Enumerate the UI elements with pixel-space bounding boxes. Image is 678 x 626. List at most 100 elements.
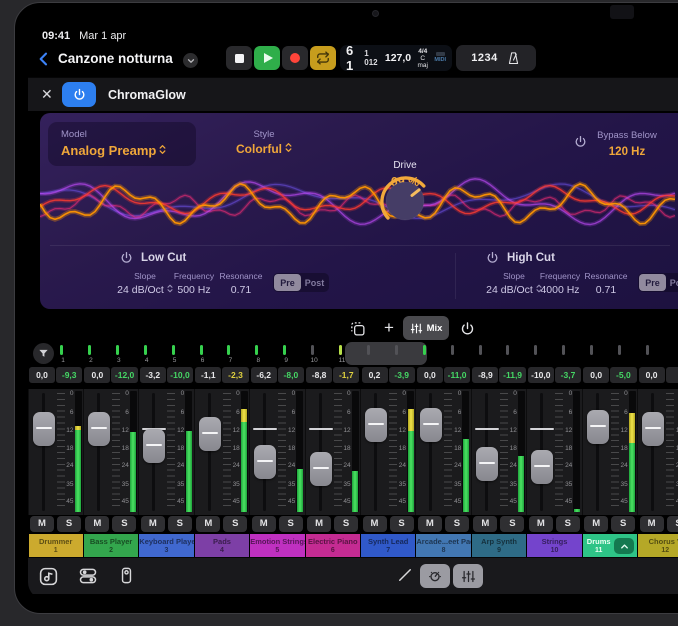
back-chevron-icon[interactable] bbox=[36, 49, 52, 69]
count-in-metronome-group[interactable]: 1234 bbox=[456, 45, 536, 71]
level-value[interactable]: 0.0 bbox=[656, 146, 678, 158]
overview-selection-pill[interactable] bbox=[345, 342, 427, 365]
model-value[interactable]: Analog Preamp bbox=[61, 143, 166, 158]
solo-button[interactable]: S bbox=[112, 516, 136, 532]
peak-value[interactable]: -11,0 bbox=[444, 367, 470, 383]
mute-button[interactable]: M bbox=[141, 516, 165, 532]
track-tile[interactable]: Electric Piano6 bbox=[306, 534, 360, 558]
volume-fader[interactable] bbox=[310, 452, 332, 486]
pre-button[interactable]: Pre bbox=[639, 274, 666, 291]
solo-button[interactable]: S bbox=[168, 516, 192, 532]
mute-button[interactable]: M bbox=[473, 516, 497, 532]
record-button[interactable] bbox=[282, 46, 308, 70]
peak-value[interactable]: -10,0 bbox=[167, 367, 193, 383]
mix-view-button[interactable]: Mix bbox=[403, 316, 449, 340]
volume-fader[interactable] bbox=[476, 447, 498, 481]
volume-value[interactable]: -3,2 bbox=[140, 367, 166, 383]
volume-value[interactable]: -10,0 bbox=[528, 367, 554, 383]
mute-button[interactable]: M bbox=[584, 516, 608, 532]
mute-button[interactable]: M bbox=[196, 516, 220, 532]
solo-button[interactable]: S bbox=[500, 516, 524, 532]
track-tile[interactable]: Drummer1 bbox=[29, 534, 83, 558]
track-tile[interactable]: Chorus V12 bbox=[638, 534, 678, 558]
post-button[interactable]: Post bbox=[666, 274, 678, 291]
volume-value[interactable]: 0,0 bbox=[29, 367, 55, 383]
mute-button[interactable]: M bbox=[363, 516, 387, 532]
mixer-power-button[interactable] bbox=[455, 316, 479, 340]
peak-value[interactable]: -8,0 bbox=[278, 367, 304, 383]
level-control[interactable]: Level 0.0 bbox=[656, 125, 678, 158]
track-tile[interactable]: Bass Player2 bbox=[84, 534, 138, 558]
volume-fader[interactable] bbox=[531, 450, 553, 484]
volume-value[interactable]: -8,9 bbox=[472, 367, 498, 383]
routing-icon[interactable] bbox=[78, 566, 99, 587]
mute-button[interactable]: M bbox=[418, 516, 442, 532]
track-tile[interactable]: Strings10 bbox=[527, 534, 581, 558]
track-tile[interactable]: Arcade...eet Pad8 bbox=[416, 534, 470, 558]
solo-button[interactable]: S bbox=[445, 516, 469, 532]
mute-button[interactable]: M bbox=[529, 516, 553, 532]
volume-fader[interactable] bbox=[199, 417, 221, 451]
low-cut-power-icon[interactable] bbox=[120, 251, 133, 264]
track-tile[interactable]: Keyboard Player3 bbox=[139, 534, 193, 558]
volume-fader[interactable] bbox=[143, 429, 165, 463]
add-track-button[interactable]: + bbox=[377, 316, 401, 340]
track-tile[interactable]: Pads4 bbox=[195, 534, 249, 558]
count-in-button[interactable]: 1234 bbox=[471, 52, 497, 64]
volume-value[interactable]: 0,0 bbox=[84, 367, 110, 383]
volume-value[interactable]: -8,8 bbox=[306, 367, 332, 383]
solo-button[interactable]: S bbox=[279, 516, 303, 532]
volume-value[interactable]: 0,2 bbox=[362, 367, 388, 383]
metronome-icon[interactable] bbox=[506, 51, 521, 66]
volume-fader[interactable] bbox=[587, 410, 609, 444]
track-tile[interactable]: Arp Synth9 bbox=[472, 534, 526, 558]
peak-value[interactable]: -11,9 bbox=[499, 367, 525, 383]
solo-button[interactable]: S bbox=[334, 516, 358, 532]
model-selector[interactable]: Model Analog Preamp bbox=[48, 122, 196, 166]
style-selector[interactable]: Style Colorful bbox=[212, 122, 316, 166]
track-tile[interactable]: Emotion Strings5 bbox=[250, 534, 304, 558]
pencil-icon[interactable] bbox=[396, 566, 417, 587]
plugin-power-button[interactable] bbox=[62, 82, 96, 107]
solo-button[interactable]: S bbox=[556, 516, 580, 532]
peak-value[interactable]: -2,3 bbox=[222, 367, 248, 383]
peak-value[interactable]: -1,7 bbox=[333, 367, 359, 383]
volume-value[interactable]: 0,0 bbox=[639, 367, 665, 383]
filter-tracks-button[interactable] bbox=[33, 343, 54, 364]
track-tile[interactable]: Drums11 bbox=[583, 534, 637, 558]
cycle-button[interactable] bbox=[310, 46, 336, 70]
track-overview-strip[interactable]: 1234567891011 bbox=[28, 343, 678, 366]
volume-value[interactable]: -6,2 bbox=[251, 367, 277, 383]
bypass-below-control[interactable]: Bypass Below 120 Hz bbox=[588, 125, 666, 158]
peak-value[interactable]: -3,9 bbox=[389, 367, 415, 383]
solo-button[interactable]: S bbox=[57, 516, 81, 532]
mute-button[interactable]: M bbox=[252, 516, 276, 532]
peak-value[interactable]: -12,0 bbox=[111, 367, 137, 383]
copy-regions-button[interactable] bbox=[345, 316, 369, 340]
collapse-chevron-button[interactable] bbox=[614, 538, 634, 554]
peak-value[interactable]: -3,7 bbox=[555, 367, 581, 383]
lcd-display[interactable]: 6 1 1 012 127,0 4/4 C maj MIDI bbox=[340, 45, 452, 71]
browser-loops-icon[interactable] bbox=[38, 566, 59, 587]
peak-value[interactable]: -5,0 bbox=[610, 367, 636, 383]
close-plugin-icon[interactable]: ✕ bbox=[41, 86, 53, 103]
low-cut-resonance[interactable]: Resonance 0.71 bbox=[214, 271, 268, 296]
solo-button[interactable]: S bbox=[223, 516, 247, 532]
volume-value[interactable]: 0,0 bbox=[417, 367, 443, 383]
plugin-strip-icon[interactable] bbox=[117, 566, 138, 587]
volume-value[interactable]: 0,0 bbox=[583, 367, 609, 383]
volume-fader[interactable] bbox=[642, 412, 664, 446]
mute-button[interactable]: M bbox=[640, 516, 664, 532]
play-button[interactable] bbox=[254, 46, 280, 70]
volume-fader[interactable] bbox=[365, 408, 387, 442]
faders-view-button[interactable] bbox=[453, 564, 483, 588]
mute-button[interactable]: M bbox=[85, 516, 109, 532]
track-tile[interactable]: Synth Lead7 bbox=[361, 534, 415, 558]
song-menu-chevron-icon[interactable] bbox=[183, 53, 198, 68]
bypass-power-icon[interactable] bbox=[574, 135, 587, 148]
volume-value[interactable]: -1,1 bbox=[195, 367, 221, 383]
high-cut-power-icon[interactable] bbox=[486, 251, 499, 264]
drive-knob[interactable] bbox=[377, 173, 433, 229]
volume-fader[interactable] bbox=[88, 412, 110, 446]
high-cut-resonance[interactable]: Resonance 0.71 bbox=[579, 271, 633, 296]
